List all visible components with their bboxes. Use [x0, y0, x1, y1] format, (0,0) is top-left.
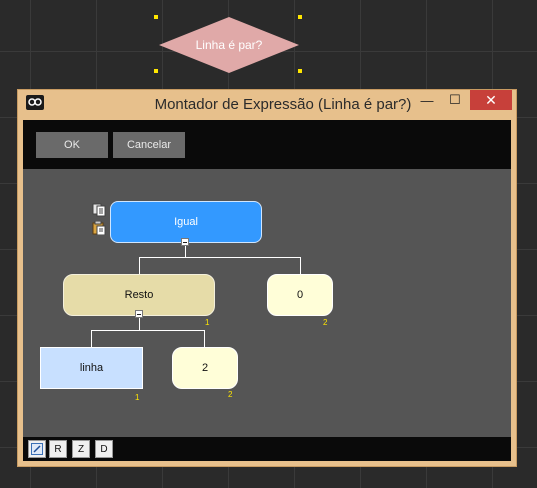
selection-handle-top-right[interactable] — [298, 15, 302, 19]
child-index-label: 2 — [323, 318, 328, 327]
connector-line — [91, 330, 92, 347]
close-button[interactable]: ✕ — [470, 90, 512, 110]
expression-builder-window: Montador de Expressão (Linha é par?) — ☐… — [17, 89, 517, 467]
selection-handle-bottom-right[interactable] — [298, 69, 302, 73]
d-button[interactable]: D — [95, 440, 113, 458]
paste-icon[interactable] — [92, 221, 106, 235]
connector-line — [139, 257, 140, 274]
z-button[interactable]: Z — [72, 440, 90, 458]
connector-line — [139, 257, 301, 258]
collapse-root-button[interactable] — [181, 238, 189, 246]
literal-node-two[interactable]: 2 — [172, 347, 238, 389]
window-title: Montador de Expressão (Linha é par?) — [154, 96, 412, 113]
expression-canvas[interactable]: Igual Resto 1 0 2 linha 1 2 2 — [23, 169, 511, 437]
connector-line — [91, 330, 205, 331]
dialog-toolbar: OK Cancelar — [23, 120, 511, 169]
title-bar[interactable]: Montador de Expressão (Linha é par?) — ☐… — [18, 90, 516, 120]
ok-button[interactable]: OK — [36, 132, 108, 158]
selection-handle-top-left[interactable] — [154, 15, 158, 19]
r-button[interactable]: R — [49, 440, 67, 458]
connector-line — [139, 316, 140, 330]
edit-pencil-icon — [31, 443, 43, 455]
child-index-label: 2 — [228, 390, 233, 399]
literal-node-zero[interactable]: 0 — [267, 274, 333, 316]
decision-label: Linha é par? — [195, 38, 263, 52]
edit-icon[interactable] — [28, 440, 46, 458]
cancel-button[interactable]: Cancelar — [113, 132, 185, 158]
child-index-label: 1 — [205, 318, 210, 327]
child-index-label: 1 — [135, 393, 140, 402]
minimize-button[interactable]: — — [414, 90, 440, 110]
collapse-resto-button[interactable] — [135, 310, 143, 318]
app-logo-icon — [26, 95, 44, 110]
maximize-button[interactable]: ☐ — [442, 90, 468, 110]
connector-line — [300, 257, 301, 274]
connector-line — [204, 330, 205, 347]
copy-icon[interactable] — [92, 203, 106, 217]
root-node-igual[interactable]: Igual — [110, 201, 262, 243]
bottom-toolbar: R Z D — [23, 437, 511, 461]
variable-node-linha[interactable]: linha — [40, 347, 143, 389]
selection-handle-bottom-left[interactable] — [154, 69, 158, 73]
